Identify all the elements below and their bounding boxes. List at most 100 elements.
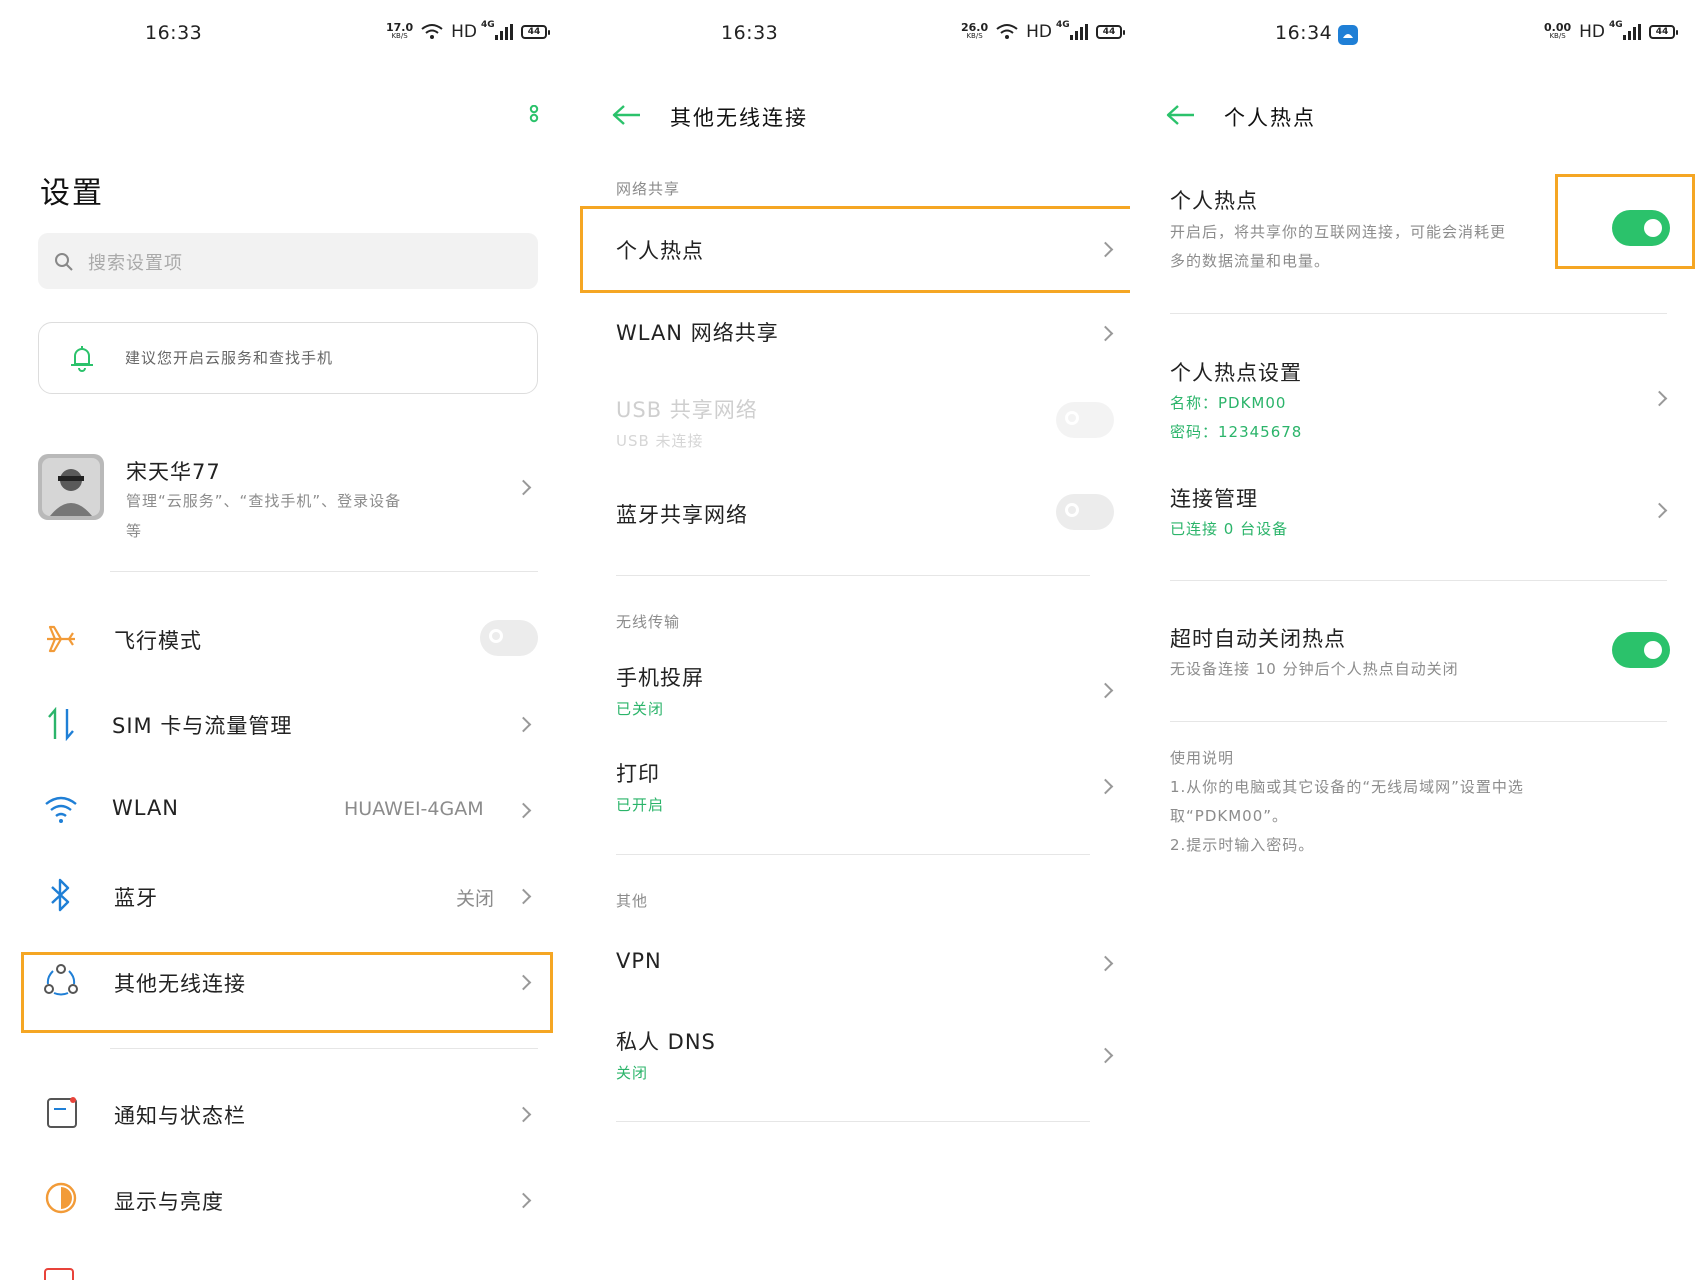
account-row[interactable]: 宋天华77 管理“云服务”、“查找手机”、登录设备 等 [38,452,538,542]
signal-icon: 4G [1609,20,1642,40]
back-arrow-icon[interactable] [612,104,642,126]
sim-data-icon [48,707,74,741]
item-label: 打印 [616,762,660,786]
item-label: 手机投屏 [616,666,704,690]
divider [1170,721,1667,722]
hotspot-settings-row[interactable]: 个人热点设置 名称：PDKM00 密码：12345678 [1130,354,1707,450]
auto-off-toggle[interactable] [1612,632,1670,668]
app-notification-icon [1338,25,1358,45]
hotspot-desc-line1: 开启后，将共享你的互联网连接，可能会消耗更 [1170,223,1507,241]
chevron-right-icon [1097,682,1114,699]
divider [110,571,538,572]
back-arrow-icon[interactable] [1166,104,1196,126]
search-placeholder: 搜索设置项 [88,253,183,274]
chevron-right-icon [1097,955,1114,972]
settings-item-bluetooth[interactable]: 蓝牙 关闭 [38,867,538,923]
wifi-status-icon [996,24,1018,39]
highlight-box [580,206,1130,293]
battery-icon: 44 [1649,25,1679,39]
bluetooth-status: 关闭 [456,888,495,910]
chevron-right-icon [1651,502,1668,519]
item-label: 蓝牙共享网络 [616,503,748,527]
section-label-wireless-transfer: 无线传输 [616,613,681,631]
list-item-vpn[interactable]: VPN [576,934,1130,990]
item-label: SIM 卡与流量管理 [112,714,293,738]
bluetooth-icon [51,878,70,912]
item-sub: 已关闭 [616,700,665,718]
chevron-right-icon [515,802,532,819]
list-item-print[interactable]: 打印 已开启 [576,752,1130,822]
usb-sharing-toggle [1056,402,1114,438]
wifi-icon [45,796,77,823]
chevron-right-icon [515,479,532,496]
usage-instructions: 使用说明 1.从你的电脑或其它设备的“无线局域网”设置中选 取“PDKM00”。… [1130,744,1707,864]
account-name: 宋天华77 [126,460,221,484]
item-label: 连接管理 [1170,487,1258,511]
highlight-box [21,952,553,1033]
cloud-service-notice[interactable]: 建议您开启云服务和查找手机 [38,322,538,394]
list-item-usb-sharing: USB 共享网络 USB 未连接 [576,386,1130,456]
connection-management-row[interactable]: 连接管理 已连接 0 台设备 [1130,480,1707,550]
page-title: 其他无线连接 [670,106,808,130]
hotspot-name: 名称：PDKM00 [1170,394,1287,412]
usage-line1: 1.从你的电脑或其它设备的“无线局域网”设置中选 [1170,778,1524,796]
list-item-private-dns[interactable]: 私人 DNS 关闭 [576,1022,1130,1092]
bluetooth-sharing-toggle[interactable] [1056,494,1114,530]
search-icon [55,253,73,271]
notification-icon [47,1097,77,1128]
settings-item-notifications[interactable]: 通知与状态栏 [38,1085,538,1141]
hotspot-password: 密码：12345678 [1170,423,1303,441]
settings-item-wlan[interactable]: WLAN HUAWEI-4GAM [38,781,538,837]
item-sub: 已开启 [616,796,665,814]
item-label: 通知与状态栏 [114,1104,246,1128]
divider [616,854,1090,855]
item-sub: USB 未连接 [616,432,704,450]
hotspot-desc-line2: 多的数据流量和电量。 [1170,252,1331,270]
more-options-icon[interactable] [528,105,540,129]
network-speed: 0.00 KB/S [1544,21,1572,40]
auto-off-row[interactable]: 超时自动关闭热点 无设备连接 10 分钟后个人热点自动关闭 [1130,620,1707,690]
settings-item-airplane-mode[interactable]: 飞行模式 [38,610,538,666]
usage-line3: 2.提示时输入密码。 [1170,836,1315,854]
hd-indicator: HD [451,22,478,42]
chevron-right-icon [1097,778,1114,795]
status-bar-icons: 17.0 KB/S HD 4G 44 [386,20,551,42]
chevron-right-icon [515,1106,532,1123]
connected-devices: 已连接 0 台设备 [1170,520,1289,538]
chevron-right-icon [1651,390,1668,407]
wifi-status-icon [421,24,443,39]
divider [1170,313,1667,314]
list-item-screen-cast[interactable]: 手机投屏 已关闭 [576,656,1130,726]
airplane-mode-toggle[interactable] [480,620,538,656]
search-input[interactable]: 搜索设置项 [38,233,538,289]
item-label: 显示与亮度 [114,1190,224,1214]
item-label: 私人 DNS [616,1030,716,1054]
network-speed: 26.0 KB/S [961,21,989,40]
notice-text: 建议您开启云服务和查找手机 [125,349,334,367]
status-bar-icons: 0.00 KB/S HD 4G 44 [1544,20,1679,42]
chevron-right-icon [515,1192,532,1209]
chevron-right-icon [515,888,532,905]
chevron-right-icon [1097,325,1114,342]
settings-item-display[interactable]: 显示与亮度 [38,1171,538,1227]
divider [616,1121,1090,1122]
account-desc-line2: 等 [126,522,142,540]
item-label: WLAN [112,796,180,820]
item-label: 超时自动关闭热点 [1170,627,1346,651]
battery-icon: 44 [1096,25,1126,39]
divider [1170,580,1667,581]
network-speed: 17.0 KB/S [386,21,414,40]
hotspot-screen: 16:34 0.00 KB/S HD 4G 44 个人热点 个人热点 开启后，将共… [1130,0,1707,1280]
settings-item-sim[interactable]: SIM 卡与流量管理 [38,695,538,751]
signal-icon: 4G [1056,20,1089,40]
item-label: WLAN 网络共享 [616,321,779,345]
status-time: 16:33 [145,22,203,44]
usage-title: 使用说明 [1170,749,1235,767]
signal-icon: 4G [481,20,514,40]
hd-indicator: HD [1579,22,1606,42]
list-item-wlan-sharing[interactable]: WLAN 网络共享 [576,304,1130,360]
section-label-sharing: 网络共享 [616,180,681,198]
highlight-box [1555,174,1695,269]
next-item-icon [44,1268,74,1280]
list-item-bluetooth-sharing[interactable]: 蓝牙共享网络 [576,484,1130,540]
